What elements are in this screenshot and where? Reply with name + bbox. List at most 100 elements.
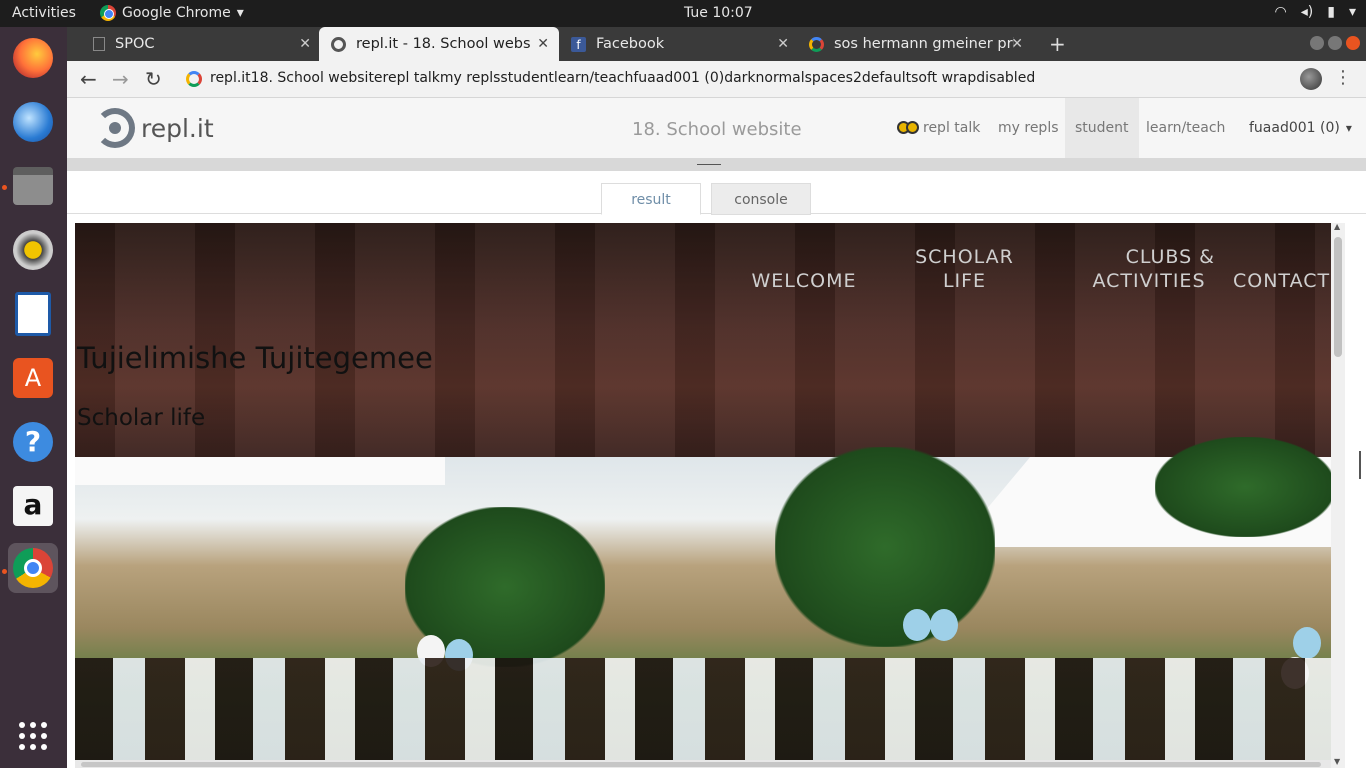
google-icon [186, 71, 202, 87]
files-icon [13, 167, 53, 205]
resize-handle[interactable] [1359, 451, 1361, 479]
user-menu[interactable]: fuaad001 (0) ▾ [1249, 98, 1352, 158]
window-controls [1310, 36, 1360, 50]
project-title[interactable]: 18. School website [632, 119, 802, 140]
tab-result[interactable]: result [601, 183, 701, 215]
scrollbar-thumb[interactable] [81, 762, 1321, 767]
tab-facebook[interactable]: f Facebook ✕ [559, 27, 799, 61]
system-tray[interactable]: ◠ ◂) ▮ ▾ [1275, 4, 1356, 20]
nav-learn-teach[interactable]: learn/teach [1146, 98, 1225, 158]
app-menu[interactable]: Google Chrome ▾ [100, 5, 244, 21]
clock[interactable]: Tue 10:07 [684, 5, 753, 21]
grid-icon [19, 722, 47, 750]
school-photo [75, 437, 1331, 768]
site-nav-clubs[interactable]: CLUBS & ACTIVITIES [1079, 245, 1219, 293]
repl-logo[interactable]: repl.it [95, 108, 214, 148]
reload-button[interactable]: ↻ [145, 67, 162, 91]
activities-button[interactable]: Activities [12, 5, 76, 21]
system-top-bar: Activities Google Chrome ▾ Tue 10:07 ◠ ◂… [0, 0, 1366, 27]
facebook-icon: f [571, 36, 586, 52]
thunderbird-icon [13, 102, 53, 142]
rhythmbox-icon [13, 230, 53, 270]
tab-title: SPOC [115, 36, 155, 52]
tab-google-search[interactable]: sos hermann gmeiner pri ✕ [797, 27, 1033, 61]
window-close-button[interactable] [1346, 36, 1360, 50]
vertical-scrollbar[interactable]: ▲ ▼ [1331, 222, 1345, 768]
google-icon [809, 36, 824, 52]
nav-my-repls[interactable]: my repls [998, 98, 1059, 158]
chrome-launcher[interactable] [8, 543, 58, 593]
chevron-down-icon: ▾ [236, 5, 244, 21]
drag-handle-icon[interactable] [697, 164, 721, 165]
site-hero: WELCOME SCHOLAR LIFE CLUBS & ACTIVITIES … [75, 223, 1331, 457]
firefox-launcher[interactable] [8, 33, 58, 83]
result-frame: WELCOME SCHOLAR LIFE CLUBS & ACTIVITIES … [75, 223, 1331, 768]
chrome-menu-button[interactable]: ⋮ [1334, 67, 1352, 88]
output-tabs: result console [67, 171, 1366, 215]
chevron-down-icon: ▾ [1345, 121, 1352, 135]
scroll-down-icon[interactable]: ▼ [1334, 757, 1340, 766]
tab-spoc[interactable]: SPOC ✕ [81, 27, 321, 61]
dock: A ? a [0, 27, 67, 768]
scrollbar-thumb[interactable] [1334, 237, 1342, 357]
forward-button[interactable]: → [112, 67, 129, 91]
nav-label: student [1075, 120, 1129, 136]
chrome-icon [13, 548, 53, 588]
close-icon[interactable]: ✕ [537, 36, 549, 52]
firefox-icon [13, 38, 53, 78]
repl-header: repl.it 18. School website repl talk my … [67, 98, 1366, 158]
nav-label: ACTIVITIES [1092, 270, 1206, 292]
tab-title: repl.it - 18. School website [356, 36, 531, 52]
site-nav-scholar-life[interactable]: SCHOLAR LIFE [897, 245, 1032, 293]
nav-repl-talk[interactable]: repl talk [897, 98, 980, 158]
help-icon: ? [13, 422, 53, 462]
address-bar[interactable]: repl.it18. School websiterepl talkmy rep… [210, 70, 1035, 86]
thunderbird-launcher[interactable] [8, 97, 58, 147]
amazon-launcher[interactable]: a [8, 481, 58, 531]
files-launcher[interactable] [8, 161, 58, 211]
battery-icon: ▮ [1327, 4, 1335, 20]
palm-tree [1155, 437, 1331, 537]
repl-logo-icon [95, 108, 135, 148]
maximize-button[interactable] [1328, 36, 1342, 50]
nav-student[interactable]: student [1065, 98, 1139, 158]
volume-icon: ◂) [1300, 4, 1314, 20]
balloon [930, 609, 958, 641]
new-tab-button[interactable]: + [1049, 32, 1066, 56]
close-icon[interactable]: ✕ [1011, 36, 1023, 52]
palm-tree [775, 447, 995, 647]
scroll-up-icon[interactable]: ▲ [1334, 222, 1340, 231]
help-launcher[interactable]: ? [8, 417, 58, 467]
horizontal-scrollbar[interactable] [75, 760, 1331, 768]
nav-label: learn/teach [1146, 120, 1226, 136]
pane-divider[interactable] [67, 158, 1366, 171]
balloon [1293, 627, 1321, 659]
software-center-icon: A [13, 358, 53, 398]
students-group [75, 658, 1331, 768]
show-apps-button[interactable] [8, 711, 58, 761]
close-icon[interactable]: ✕ [299, 36, 311, 52]
chevron-down-icon: ▾ [1348, 4, 1356, 20]
minimize-button[interactable] [1310, 36, 1324, 50]
browser-toolbar: ← → ↻ repl.it18. School websiterepl talk… [67, 61, 1366, 98]
wifi-icon: ◠ [1274, 4, 1287, 20]
chrome-icon [100, 5, 116, 21]
tab-console[interactable]: console [711, 183, 811, 215]
nav-label: WELCOME [751, 270, 857, 292]
tab-title: sos hermann gmeiner pri [834, 36, 1014, 52]
back-button[interactable]: ← [80, 67, 97, 91]
software-center-launcher[interactable]: A [8, 353, 58, 403]
site-nav-contacts[interactable]: CONTACTS [1233, 269, 1331, 293]
tab-title: Facebook [596, 36, 665, 52]
tab-strip: SPOC ✕ repl.it - 18. School website ✕ f … [67, 27, 1366, 61]
writer-launcher[interactable] [8, 289, 58, 339]
writer-icon [15, 292, 51, 336]
avatar[interactable] [1300, 68, 1322, 90]
running-indicator [2, 185, 7, 190]
site-nav-welcome[interactable]: WELCOME [749, 269, 859, 293]
close-icon[interactable]: ✕ [777, 36, 789, 52]
rhythmbox-launcher[interactable] [8, 225, 58, 275]
balloon [903, 609, 931, 641]
page-icon [93, 37, 105, 51]
tab-repl[interactable]: repl.it - 18. School website ✕ [319, 27, 559, 61]
